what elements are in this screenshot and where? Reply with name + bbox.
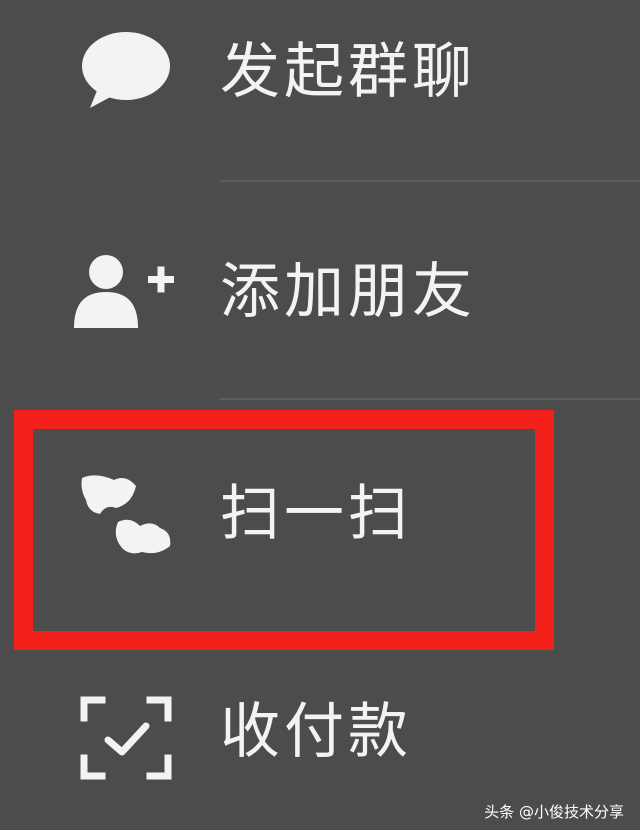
money-scan-icon <box>80 696 172 780</box>
plus-dropdown-menu: 发起群聊 添加朋友 扫一扫 收付款 <box>0 0 640 830</box>
menu-item-add-friend[interactable]: 添加朋友 <box>0 200 640 400</box>
menu-label-group-chat: 发起群聊 <box>220 37 476 107</box>
menu-label-add-friend: 添加朋友 <box>220 257 476 327</box>
scan-icon <box>78 470 178 560</box>
chat-bubble-icon <box>76 28 176 118</box>
menu-item-scan[interactable]: 扫一扫 <box>0 420 640 620</box>
watermark-text: 头条 @小俊技术分享 <box>484 803 624 821</box>
add-friend-icon <box>72 250 182 330</box>
menu-divider <box>220 180 640 182</box>
menu-divider <box>220 398 640 400</box>
menu-label-money: 收付款 <box>220 697 412 767</box>
menu-item-group-chat[interactable]: 发起群聊 <box>0 0 640 200</box>
menu-item-money[interactable]: 收付款 <box>0 630 640 830</box>
menu-label-scan: 扫一扫 <box>220 479 412 549</box>
